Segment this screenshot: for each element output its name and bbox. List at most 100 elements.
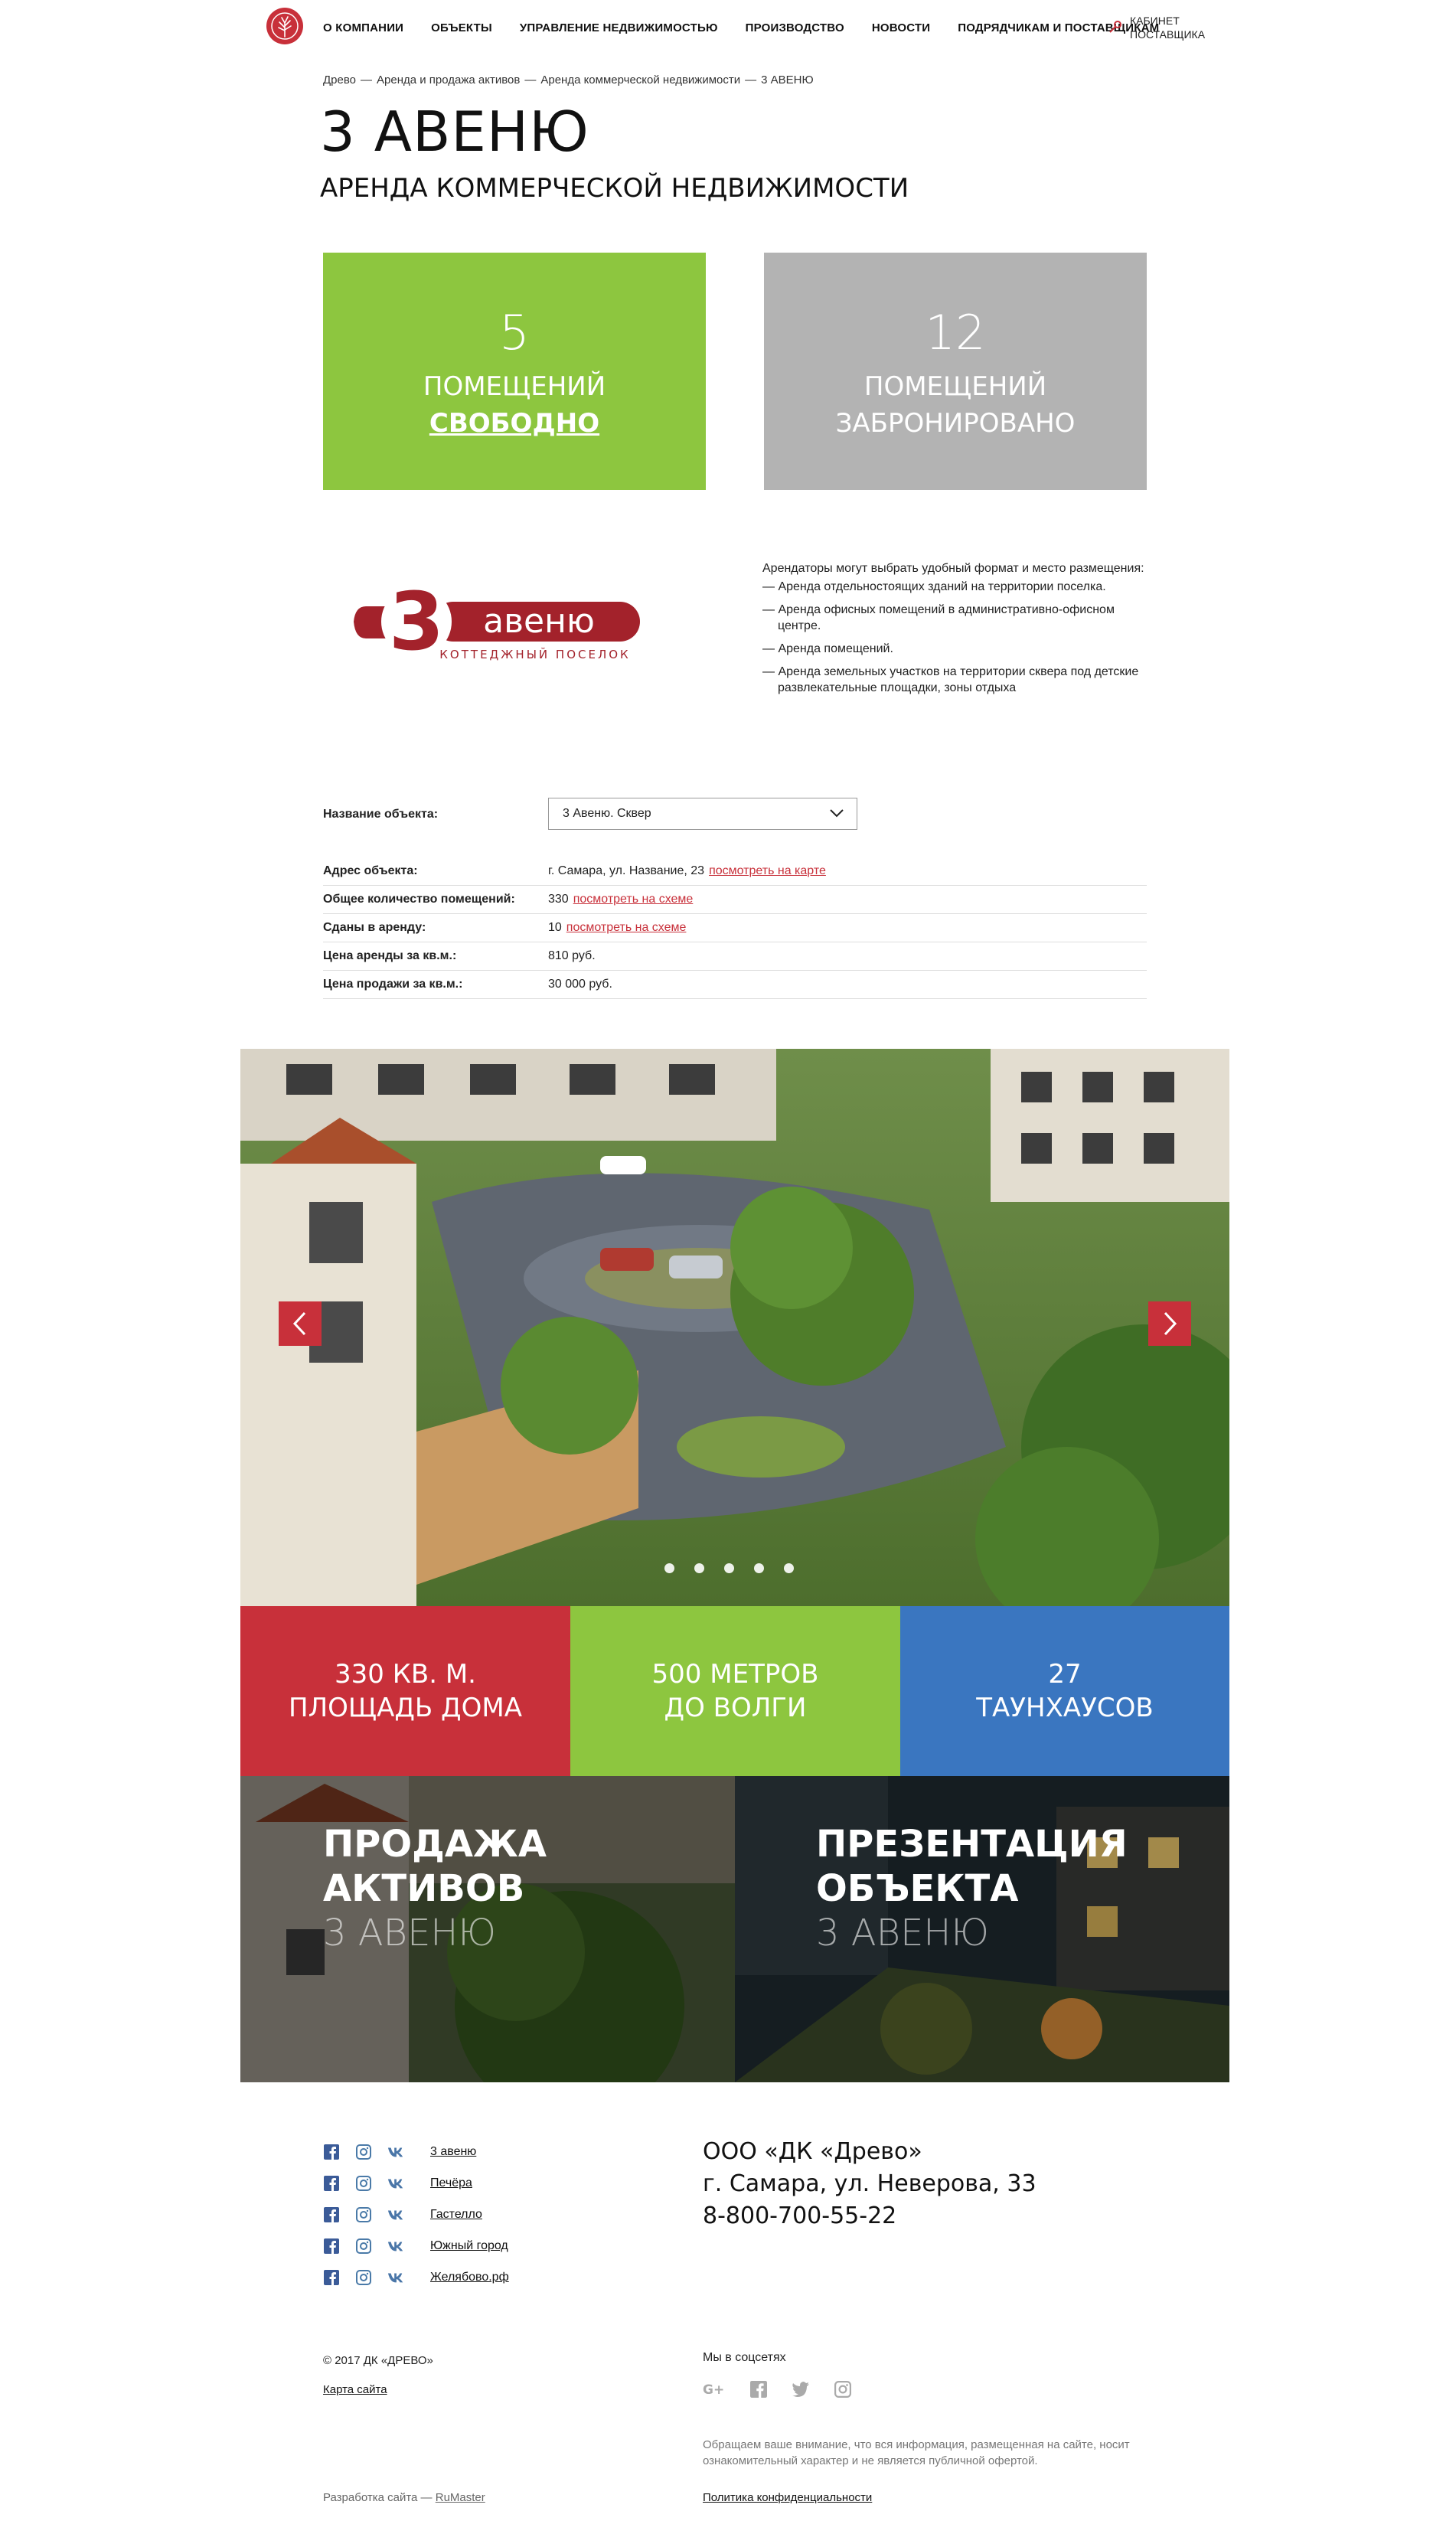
- scheme-link[interactable]: посмотреть на схеме: [566, 921, 687, 935]
- map-link[interactable]: посмотреть на карте: [709, 864, 826, 878]
- townhouses-tile: 27 таунхаусов: [900, 1606, 1229, 1776]
- nav-news[interactable]: Новости: [872, 21, 930, 34]
- free-rooms-status[interactable]: свободно: [323, 408, 706, 439]
- tile-label: до Волги: [664, 1693, 807, 1723]
- nav-management[interactable]: Управление недвижимостью: [520, 21, 718, 34]
- facebook-icon[interactable]: [323, 2175, 340, 2192]
- facebook-icon[interactable]: [750, 2381, 767, 2398]
- nav-objects[interactable]: Объекты: [431, 21, 492, 34]
- page-title: 3 АВЕНЮ: [320, 100, 589, 164]
- assets-sale-promo[interactable]: Продажа активов 3 Авеню: [240, 1776, 735, 2082]
- developer-link[interactable]: RuMaster: [436, 2491, 485, 2504]
- object-select-label: Название объекта:: [323, 808, 439, 821]
- project-link[interactable]: Южный город: [430, 2239, 508, 2253]
- tile-label: площадь дома: [289, 1693, 522, 1723]
- list-item: 3 авеню: [323, 2136, 509, 2167]
- copyright: © 2017 ДК «ДРЕВО»: [323, 2354, 433, 2367]
- slider-dot[interactable]: [724, 1563, 734, 1573]
- nav-production[interactable]: Производство: [746, 21, 844, 34]
- developer-credit: Разработка сайта — RuMaster: [323, 2491, 485, 2504]
- nav-contractors[interactable]: Подрядчикам и поставщикам: [958, 21, 1159, 34]
- vk-icon[interactable]: [387, 2144, 404, 2160]
- tree-icon: [271, 12, 299, 40]
- reserved-rooms-count: 12: [925, 305, 986, 361]
- main-nav: О компании Объекты Управление недвижимос…: [323, 21, 1187, 34]
- reserved-rooms-label: помещений: [863, 371, 1047, 402]
- company-address: г. Самара, ул. Неверова, 33: [703, 2170, 1037, 2197]
- reserved-rooms-card: 12 помещений забронировано: [764, 253, 1147, 490]
- project-link[interactable]: Печёра: [430, 2176, 472, 2190]
- scheme-link[interactable]: посмотреть на схеме: [573, 893, 694, 906]
- breadcrumb-current: 3 АВЕНЮ: [761, 73, 814, 87]
- breadcrumb-separator: —: [524, 73, 537, 87]
- slider-dot[interactable]: [784, 1563, 794, 1573]
- logo-number: 3: [389, 575, 444, 666]
- vk-icon[interactable]: [387, 2175, 404, 2192]
- company-phone[interactable]: 8-800-700-55-22: [703, 2200, 1037, 2232]
- slide-image: [240, 1049, 1229, 1606]
- property-key: Цена продажи за кв.м.:: [323, 978, 463, 991]
- 3-avenue-logo: 3 авеню КОТТЕДЖНЫЙ ПОСЕЛОК: [354, 575, 640, 666]
- object-select[interactable]: 3 Авеню. Сквер: [548, 798, 857, 830]
- image-slider: [240, 1049, 1229, 1606]
- instagram-icon[interactable]: [355, 2144, 372, 2160]
- vk-icon[interactable]: [387, 2269, 404, 2286]
- company-socials: G+: [703, 2381, 851, 2398]
- description-item: — Аренда земельных участков на территори…: [762, 665, 1139, 694]
- free-rooms-label: помещений: [423, 371, 606, 402]
- sitemap-link[interactable]: Карта сайта: [323, 2383, 387, 2396]
- property-value: 810 руб.: [548, 949, 596, 962]
- object-select-value: 3 Авеню. Сквер: [563, 807, 651, 820]
- slider-dot[interactable]: [664, 1563, 674, 1573]
- promo-title-line: Продажа: [323, 1823, 547, 1866]
- breadcrumb-rent-sale[interactable]: Аренда и продажа активов: [377, 73, 520, 87]
- promo-title-line: Презентация: [816, 1823, 1128, 1866]
- chevron-left-icon: [292, 1311, 306, 1336]
- breadcrumb-separator: —: [745, 73, 757, 87]
- instagram-icon[interactable]: [355, 2206, 372, 2223]
- key-icon[interactable]: [1108, 20, 1122, 34]
- logo-tagline: КОТТЕДЖНЫЙ ПОСЕЛОК: [439, 647, 630, 661]
- google-plus-icon[interactable]: G+: [703, 2381, 726, 2398]
- promo-title-line: объекта: [816, 1867, 1019, 1910]
- breadcrumb-commercial[interactable]: Аренда коммерческой недвижимости: [540, 73, 740, 87]
- supplier-cabinet-link[interactable]: Кабинет поставщика: [1130, 14, 1214, 41]
- vk-icon[interactable]: [387, 2206, 404, 2223]
- facebook-icon[interactable]: [323, 2269, 340, 2286]
- project-social-list: 3 авеню Печёра Гастелло Южный город Желя…: [323, 2136, 509, 2293]
- nav-about[interactable]: О компании: [323, 21, 403, 34]
- property-value: 30 000 руб.: [548, 978, 612, 991]
- instagram-icon[interactable]: [834, 2381, 851, 2398]
- slider-next-button[interactable]: [1148, 1301, 1191, 1346]
- facebook-icon[interactable]: [323, 2144, 340, 2160]
- project-link[interactable]: Желябово.рф: [430, 2271, 509, 2284]
- instagram-icon[interactable]: [355, 2238, 372, 2255]
- table-row: Цена аренды за кв.м.: 810 руб.: [323, 942, 1147, 971]
- rent-description: Арендаторы могут выбрать удобный формат …: [762, 560, 1145, 703]
- slider-prev-button[interactable]: [279, 1301, 322, 1346]
- property-value: 10: [548, 921, 562, 934]
- facebook-icon[interactable]: [323, 2206, 340, 2223]
- privacy-policy-link[interactable]: Политика конфиденциальности: [703, 2491, 872, 2504]
- list-item: Гастелло: [323, 2199, 509, 2230]
- developer-prefix: Разработка сайта —: [323, 2491, 433, 2504]
- promo-subtitle: 3 Авеню: [816, 1912, 989, 1954]
- slider-dot[interactable]: [754, 1563, 764, 1573]
- twitter-icon[interactable]: [792, 2381, 810, 2398]
- site-logo[interactable]: [266, 8, 303, 44]
- facebook-icon[interactable]: [323, 2238, 340, 2255]
- project-link[interactable]: 3 авеню: [430, 2145, 476, 2159]
- vk-icon[interactable]: [387, 2238, 404, 2255]
- company-name: ООО «ДК «Древо»: [703, 2138, 922, 2165]
- slider-dot-active[interactable]: [694, 1563, 704, 1573]
- tile-value: 27: [1048, 1659, 1082, 1690]
- breadcrumb-home[interactable]: Древо: [323, 73, 356, 87]
- tile-value: 500 метров: [651, 1659, 819, 1690]
- instagram-icon[interactable]: [355, 2175, 372, 2192]
- free-rooms-card[interactable]: 5 помещений свободно: [323, 253, 706, 490]
- slider-dots: [664, 1563, 794, 1573]
- property-key: Сданы в аренду:: [323, 921, 426, 934]
- presentation-promo[interactable]: Презентация объекта 3 Авеню: [735, 1776, 1229, 2082]
- project-link[interactable]: Гастелло: [430, 2208, 482, 2222]
- instagram-icon[interactable]: [355, 2269, 372, 2286]
